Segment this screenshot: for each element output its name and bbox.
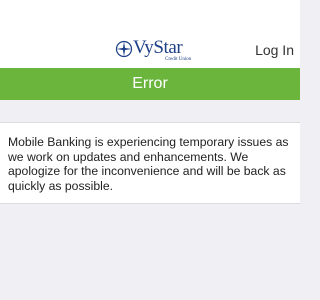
top-navigation-bar: VyStar Credit Union Log In [0, 0, 300, 68]
message-card: Mobile Banking is experiencing temporary… [0, 122, 300, 204]
page-title-bar: Error [0, 68, 300, 100]
page-title: Error [132, 75, 168, 92]
error-message: Mobile Banking is experiencing temporary… [8, 135, 289, 193]
login-link[interactable]: Log In [255, 42, 294, 58]
section-spacer [0, 100, 300, 122]
logo-subtext: Credit Union [165, 57, 192, 62]
compass-icon [115, 40, 133, 58]
logo-wordmark: VyStar [133, 37, 183, 58]
vystar-logo[interactable]: VyStar Credit Union [115, 37, 197, 65]
